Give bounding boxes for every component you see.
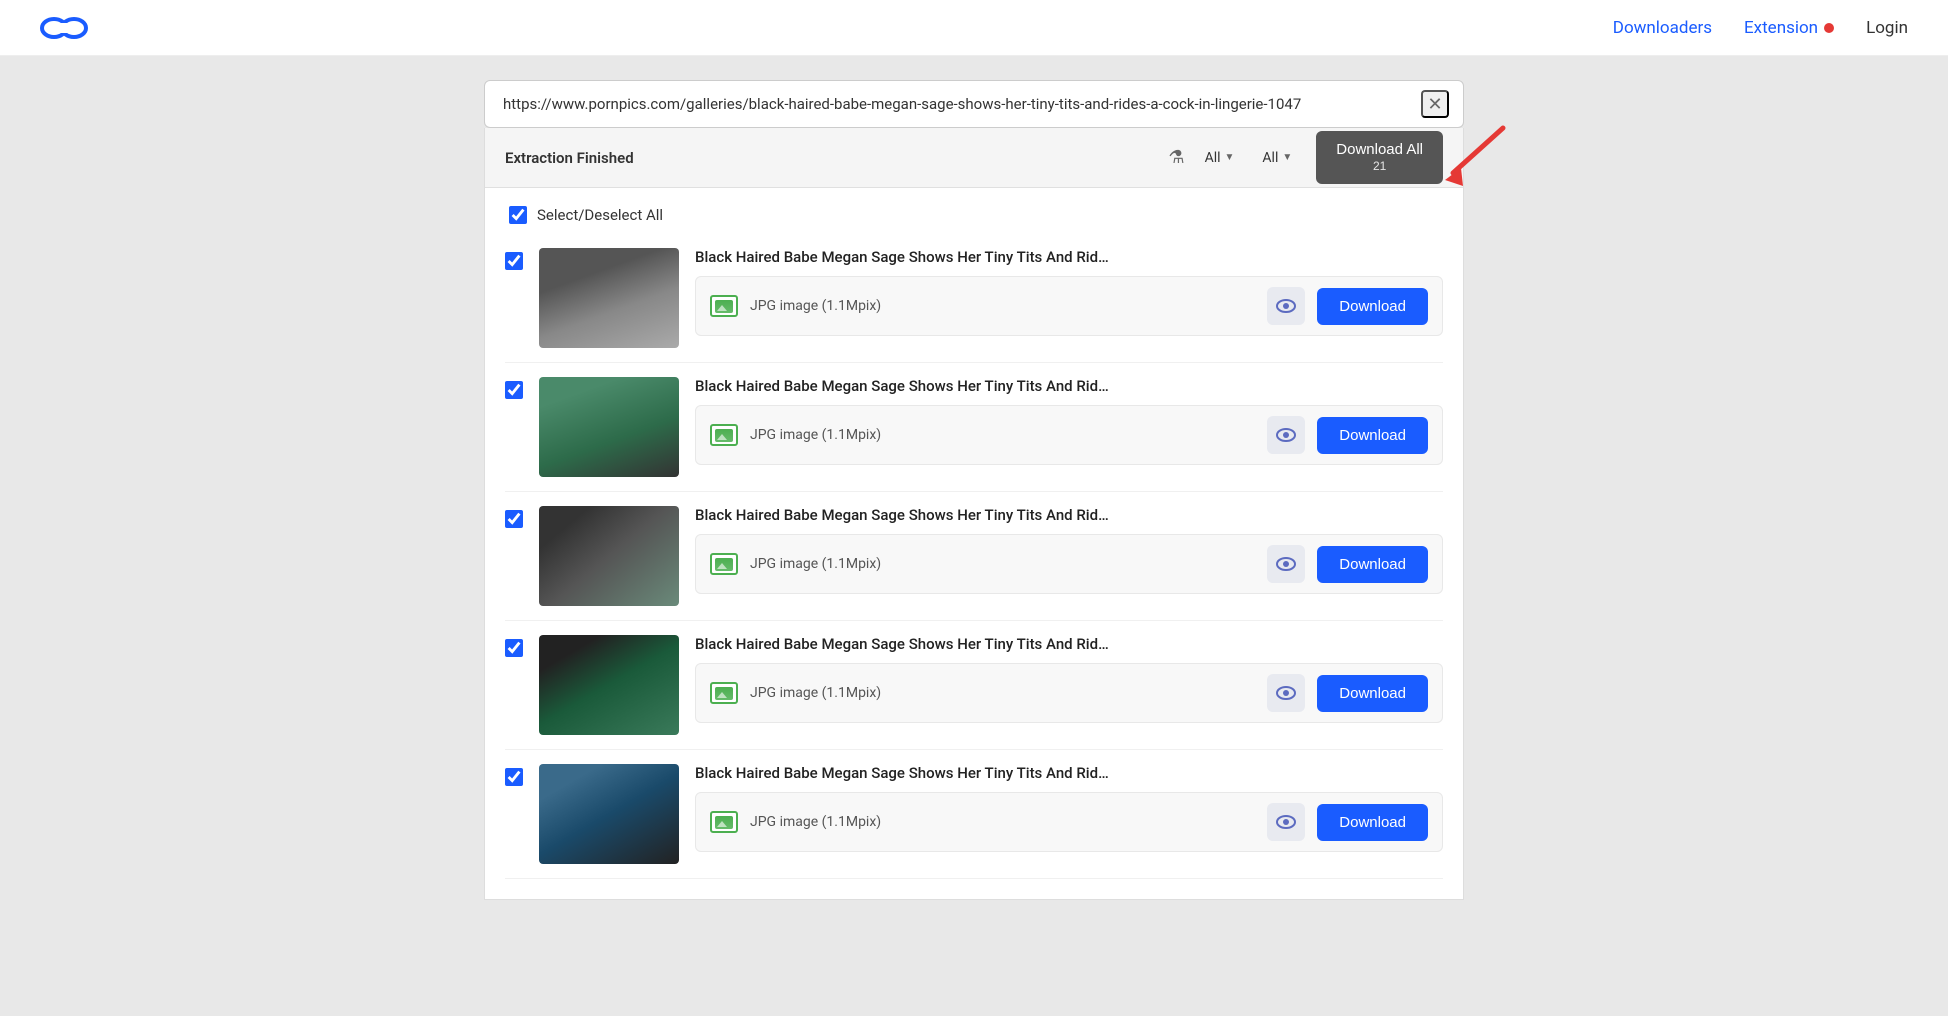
url-close-button[interactable]: ✕	[1421, 90, 1449, 118]
item-meta-row: JPG image (1.1Mpix) Download	[695, 663, 1443, 723]
eye-icon	[1276, 686, 1296, 700]
main-content: https://www.pornpics.com/galleries/black…	[0, 0, 1948, 900]
image-type-icon	[710, 424, 738, 446]
item-checkbox-wrap	[505, 506, 523, 532]
item-title: Black Haired Babe Megan Sage Shows Her T…	[695, 506, 1443, 524]
download-all-count: 21	[1373, 159, 1386, 173]
item-checkbox[interactable]	[505, 768, 523, 786]
item-info: Black Haired Babe Megan Sage Shows Her T…	[695, 764, 1443, 852]
item-checkbox[interactable]	[505, 252, 523, 270]
item-info: Black Haired Babe Megan Sage Shows Her T…	[695, 377, 1443, 465]
item-checkbox[interactable]	[505, 510, 523, 528]
download-button[interactable]: Download	[1317, 546, 1428, 583]
url-bar: https://www.pornpics.com/galleries/black…	[484, 80, 1464, 128]
filter-type-select[interactable]: All ▼	[1197, 146, 1243, 170]
results-panel: Extraction Finished ⚗ All ▼ All ▼ Downlo…	[484, 128, 1464, 900]
eye-icon	[1276, 815, 1296, 829]
item-info: Black Haired Babe Megan Sage Shows Her T…	[695, 506, 1443, 594]
download-all-button[interactable]: Download All 21	[1316, 131, 1443, 183]
select-all-checkbox[interactable]	[509, 206, 527, 224]
eye-icon	[1276, 299, 1296, 313]
filter-group: ⚗ All ▼ All ▼	[1168, 146, 1300, 170]
eye-icon	[1276, 557, 1296, 571]
image-type-icon	[710, 553, 738, 575]
list-item: Black Haired Babe Megan Sage Shows Her T…	[505, 750, 1443, 879]
item-checkbox-wrap	[505, 635, 523, 661]
item-meta-text: JPG image (1.1Mpix)	[750, 298, 1255, 314]
preview-button[interactable]	[1267, 416, 1305, 454]
logo[interactable]	[40, 14, 88, 42]
eye-icon	[1276, 428, 1296, 442]
preview-button[interactable]	[1267, 674, 1305, 712]
preview-button[interactable]	[1267, 545, 1305, 583]
logo-icon	[40, 14, 88, 42]
item-thumbnail	[539, 635, 679, 735]
item-info: Black Haired Babe Megan Sage Shows Her T…	[695, 635, 1443, 723]
item-checkbox-wrap	[505, 248, 523, 274]
item-info: Black Haired Babe Megan Sage Shows Her T…	[695, 248, 1443, 336]
item-meta-text: JPG image (1.1Mpix)	[750, 556, 1255, 572]
nav-downloaders[interactable]: Downloaders	[1613, 18, 1712, 38]
item-checkbox-wrap	[505, 377, 523, 403]
download-button[interactable]: Download	[1317, 804, 1428, 841]
nav-login[interactable]: Login	[1866, 18, 1908, 38]
chevron-down-icon: ▼	[1282, 152, 1292, 163]
item-meta-row: JPG image (1.1Mpix) Download	[695, 534, 1443, 594]
item-thumbnail	[539, 506, 679, 606]
toolbar: Extraction Finished ⚗ All ▼ All ▼ Downlo…	[485, 128, 1463, 188]
image-type-icon	[710, 682, 738, 704]
list-item: Black Haired Babe Megan Sage Shows Her T…	[505, 492, 1443, 621]
filter-icon: ⚗	[1168, 147, 1184, 168]
select-all-label[interactable]: Select/Deselect All	[537, 206, 663, 224]
filter-size-select[interactable]: All ▼	[1254, 146, 1300, 170]
list-item: Black Haired Babe Megan Sage Shows Her T…	[505, 621, 1443, 750]
nav-extension[interactable]: Extension	[1744, 18, 1834, 38]
item-meta-text: JPG image (1.1Mpix)	[750, 685, 1255, 701]
item-title: Black Haired Babe Megan Sage Shows Her T…	[695, 764, 1443, 782]
image-type-icon	[710, 295, 738, 317]
top-navigation: Downloaders Extension Login	[0, 0, 1948, 56]
chevron-down-icon: ▼	[1225, 152, 1235, 163]
image-type-icon	[710, 811, 738, 833]
item-title: Black Haired Babe Megan Sage Shows Her T…	[695, 635, 1443, 653]
item-meta-row: JPG image (1.1Mpix) Download	[695, 792, 1443, 852]
preview-button[interactable]	[1267, 803, 1305, 841]
preview-button[interactable]	[1267, 287, 1305, 325]
item-meta-text: JPG image (1.1Mpix)	[750, 814, 1255, 830]
item-meta-row: JPG image (1.1Mpix) Download	[695, 276, 1443, 336]
item-meta-row: JPG image (1.1Mpix) Download	[695, 405, 1443, 465]
item-checkbox[interactable]	[505, 639, 523, 657]
item-thumbnail	[539, 764, 679, 864]
url-text: https://www.pornpics.com/galleries/black…	[503, 95, 1413, 113]
item-title: Black Haired Babe Megan Sage Shows Her T…	[695, 377, 1443, 395]
items-list: Black Haired Babe Megan Sage Shows Her T…	[485, 234, 1463, 899]
download-button[interactable]: Download	[1317, 675, 1428, 712]
extension-status-dot	[1824, 23, 1834, 33]
item-checkbox-wrap	[505, 764, 523, 790]
item-meta-text: JPG image (1.1Mpix)	[750, 427, 1255, 443]
select-all-row: Select/Deselect All	[485, 188, 1463, 234]
item-title: Black Haired Babe Megan Sage Shows Her T…	[695, 248, 1443, 266]
download-button[interactable]: Download	[1317, 417, 1428, 454]
download-button[interactable]: Download	[1317, 288, 1428, 325]
item-checkbox[interactable]	[505, 381, 523, 399]
item-thumbnail	[539, 248, 679, 348]
extraction-status: Extraction Finished	[505, 149, 1168, 167]
item-thumbnail	[539, 377, 679, 477]
list-item: Black Haired Babe Megan Sage Shows Her T…	[505, 363, 1443, 492]
nav-right: Downloaders Extension Login	[1613, 18, 1908, 38]
list-item: Black Haired Babe Megan Sage Shows Her T…	[505, 234, 1443, 363]
